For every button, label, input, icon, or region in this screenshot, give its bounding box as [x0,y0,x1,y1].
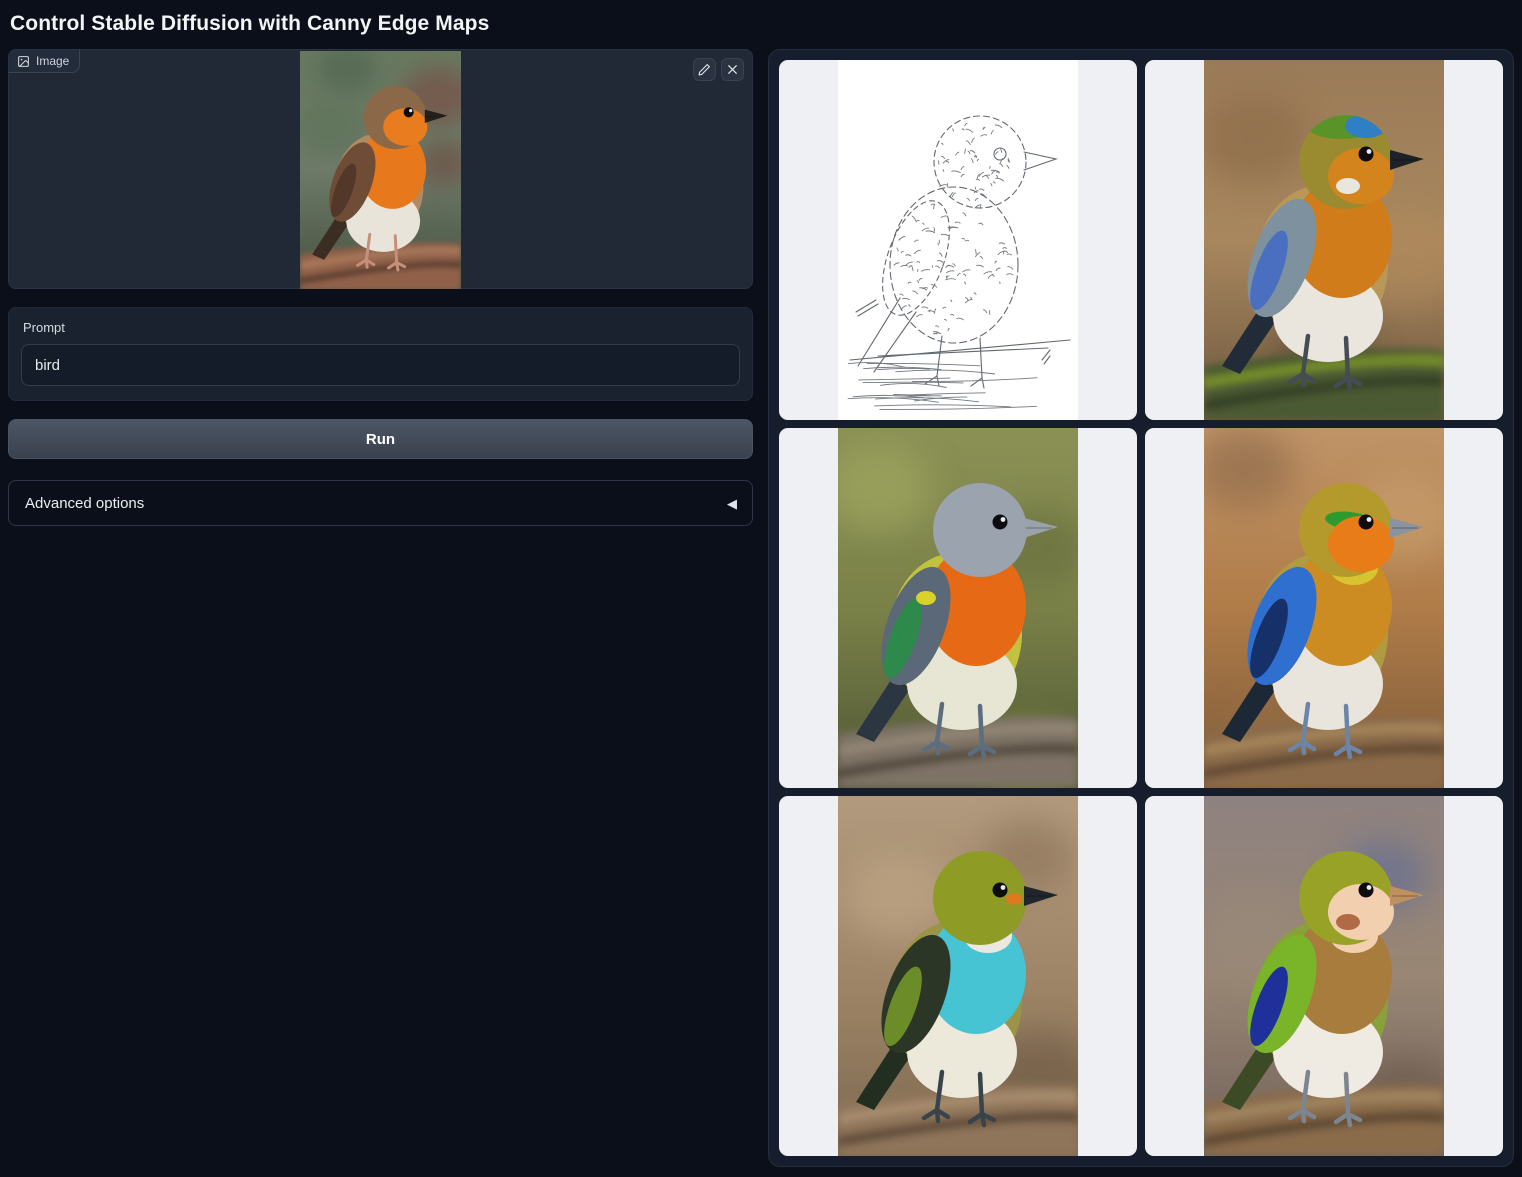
prompt-input[interactable] [21,344,740,386]
app-page: Control Stable Diffusion with Canny Edge… [0,0,1522,1167]
image-input-label: Image [9,50,80,73]
gallery-item-generated-bird-2[interactable] [779,428,1137,788]
image-input-label-text: Image [36,54,69,68]
generated-bird-image [1204,428,1444,788]
gallery-item-generated-bird-1[interactable] [1145,60,1503,420]
prompt-component: Prompt [8,307,753,401]
clear-image-button[interactable] [721,58,744,81]
page-title: Control Stable Diffusion with Canny Edge… [10,12,1512,36]
input-image-preview[interactable] [300,51,461,289]
advanced-options-label: Advanced options [25,495,144,512]
accordion-collapse-arrow-icon: ◀ [727,497,737,510]
image-toolbar [693,58,744,81]
gallery-item-generated-bird-4[interactable] [779,796,1137,1156]
image-icon [17,55,30,68]
edit-image-button[interactable] [693,58,716,81]
pencil-icon [698,63,711,76]
main-layout: Image [8,49,1514,1167]
canny-edge-image [838,60,1078,420]
advanced-options-accordion[interactable]: Advanced options ◀ [8,480,753,526]
generated-bird-image [1204,796,1444,1156]
output-gallery [768,49,1514,1167]
prompt-label: Prompt [23,320,740,335]
close-icon [726,63,739,76]
generated-bird-image [1204,60,1444,420]
run-button[interactable]: Run [8,419,753,459]
generated-bird-image [838,796,1078,1156]
input-column: Image [8,49,753,526]
gallery-item-canny-edge-map[interactable] [779,60,1137,420]
gallery-item-generated-bird-5[interactable] [1145,796,1503,1156]
gallery-item-generated-bird-3[interactable] [1145,428,1503,788]
generated-bird-image [838,428,1078,788]
image-input-component: Image [8,49,753,289]
